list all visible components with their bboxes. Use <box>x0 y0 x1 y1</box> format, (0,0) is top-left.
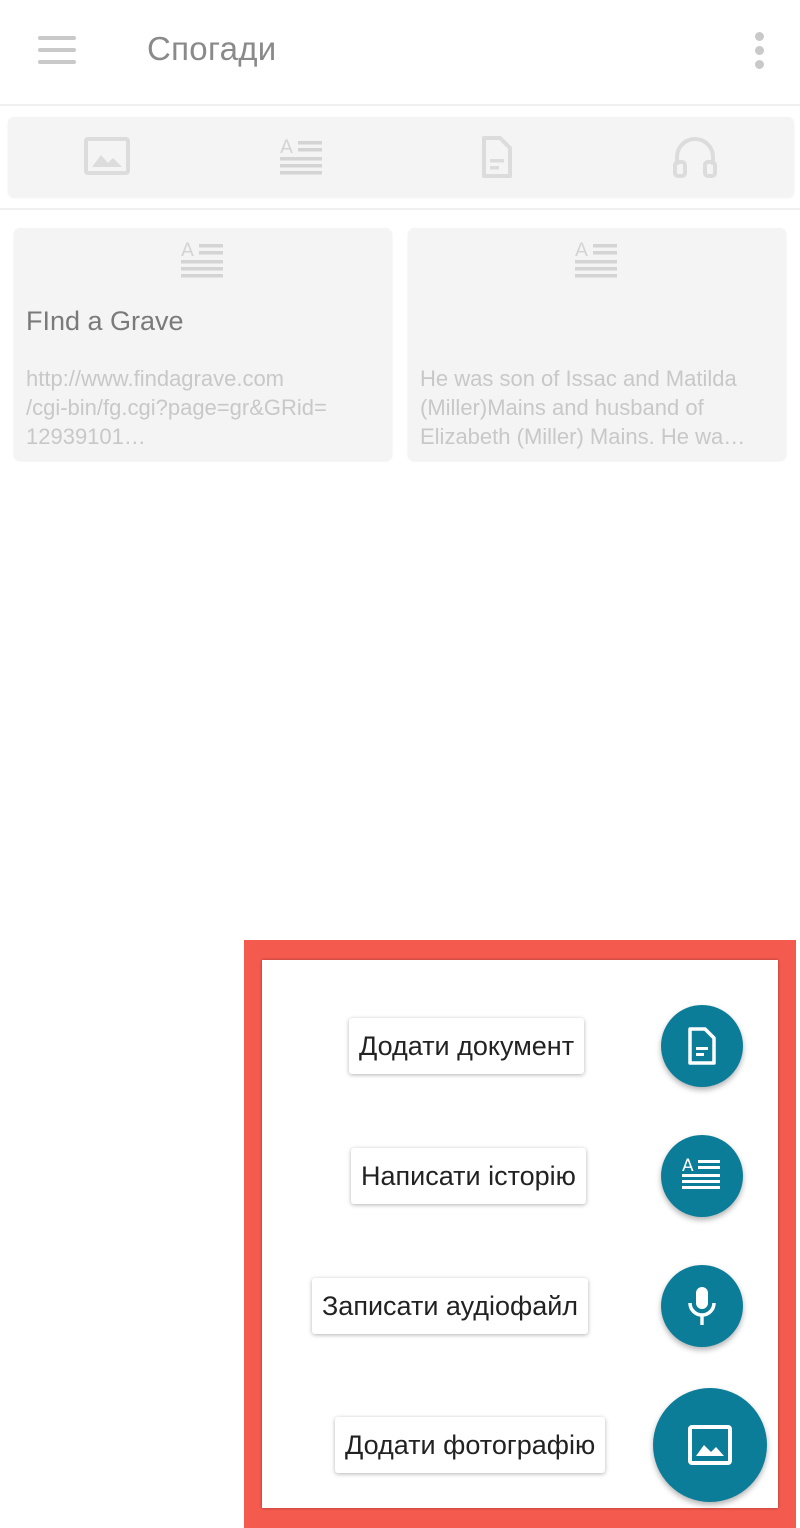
record-audio-button[interactable] <box>661 1265 743 1347</box>
svg-text:A: A <box>682 1156 694 1176</box>
write-story-button[interactable]: A <box>661 1135 743 1217</box>
document-icon <box>482 136 512 178</box>
memory-card[interactable]: A He was son of Issac and Matilda (Mille… <box>408 228 786 460</box>
add-photo-label[interactable]: Додати фотографію <box>335 1417 606 1473</box>
image-icon <box>688 1425 732 1465</box>
text-story-icon: A <box>682 1156 720 1189</box>
filter-tab-audio[interactable] <box>596 117 792 197</box>
card-excerpt: http://www.findagrave.com /cgi-bin/fg.cg… <box>26 366 327 449</box>
filter-tab-stories[interactable]: A <box>204 117 400 197</box>
document-icon <box>688 1027 716 1065</box>
page-title: Спогади <box>147 30 277 67</box>
filter-tab-photos[interactable] <box>8 117 204 197</box>
app-toolbar: Спогади <box>0 0 800 106</box>
headphones-icon <box>673 137 717 178</box>
svg-text:A: A <box>181 239 194 261</box>
card-excerpt: He was son of Issac and Matilda (Miller)… <box>420 366 746 449</box>
record-audio-label[interactable]: Записати аудіофайл <box>312 1278 589 1334</box>
section-divider <box>0 208 800 210</box>
add-document-label[interactable]: Додати документ <box>349 1018 585 1074</box>
hamburger-menu-icon[interactable] <box>26 26 86 74</box>
more-vert-icon[interactable] <box>740 26 780 74</box>
text-story-icon: A <box>280 136 322 175</box>
add-document-button[interactable] <box>661 1005 743 1087</box>
text-story-icon: A <box>181 239 223 278</box>
memory-card[interactable]: A FInd a Grave http://www.findagrave.com… <box>14 228 392 460</box>
write-story-label[interactable]: Написати історію <box>351 1148 586 1204</box>
svg-text:A: A <box>575 239 588 261</box>
microphone-icon <box>688 1287 716 1325</box>
add-photo-button[interactable] <box>653 1388 767 1502</box>
media-filter-bar: A <box>8 117 794 197</box>
image-icon <box>84 137 130 175</box>
svg-text:A: A <box>280 136 293 158</box>
filter-tab-documents[interactable] <box>400 117 596 197</box>
card-title: FInd a Grave <box>26 306 184 336</box>
text-story-icon: A <box>575 239 617 278</box>
